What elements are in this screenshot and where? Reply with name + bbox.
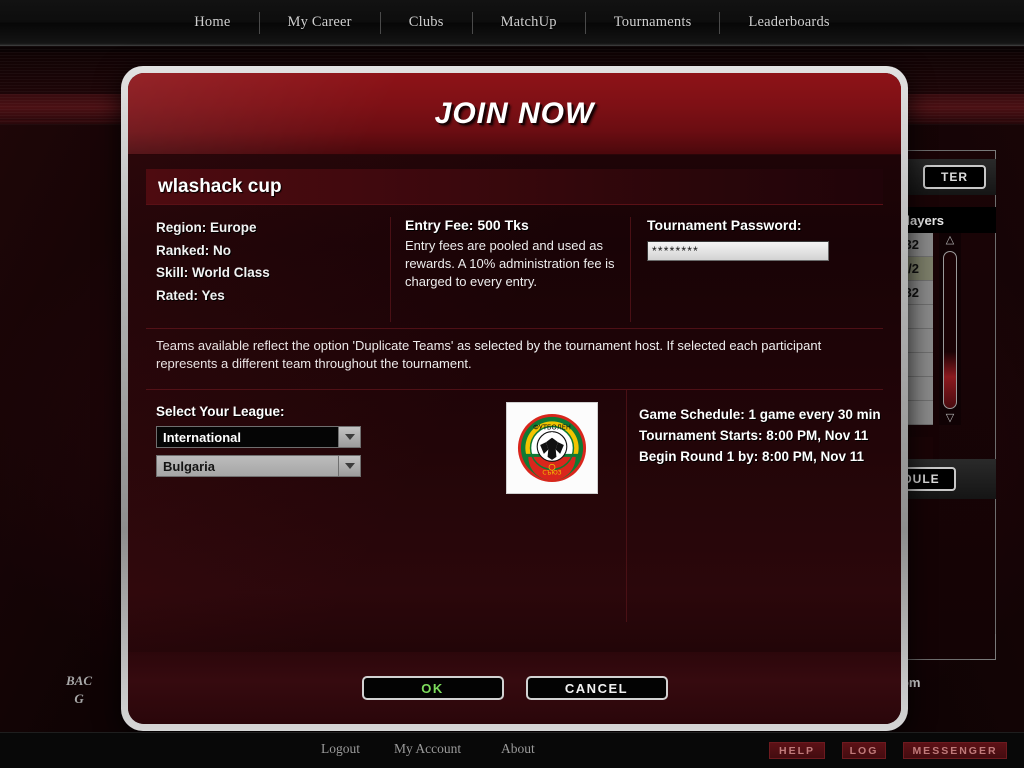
password-column: Tournament Password: ********: [630, 217, 883, 322]
tournament-name-bar: wlashack cup: [146, 169, 883, 205]
messenger-button[interactable]: MESSENGER: [903, 742, 1007, 759]
tournament-starts-line: Tournament Starts: 8:00 PM, Nov 11: [639, 428, 869, 443]
top-navigation-bar: Home My Career Clubs MatchUp Tournaments…: [0, 0, 1024, 46]
ok-button[interactable]: OK: [361, 676, 504, 700]
duplicate-teams-note: Teams available reflect the option 'Dupl…: [156, 338, 822, 371]
log-button[interactable]: LOG: [842, 742, 886, 759]
tournament-info-grid: Region: Europe Ranked: No Skill: World C…: [146, 217, 883, 322]
page-title: JOIN NOW: [434, 96, 595, 130]
dialog-body: wlashack cup Region: Europe Ranked: No S…: [128, 155, 901, 652]
join-now-dialog: JOIN NOW wlashack cup Region: Europe Ran…: [121, 66, 908, 731]
nav-item-leaderboards[interactable]: Leaderboards: [720, 14, 857, 31]
scroll-down-arrow-icon[interactable]: ▽: [942, 413, 958, 425]
nav-item-tournaments[interactable]: Tournaments: [586, 14, 720, 31]
svg-text:СЪЮЗ: СЪЮЗ: [542, 471, 561, 477]
ghost-line-2: G: [74, 691, 84, 706]
help-button[interactable]: HELP: [769, 742, 825, 759]
password-label: Tournament Password:: [647, 217, 802, 233]
table-scrollbar[interactable]: △ ▽: [939, 233, 961, 425]
game-schedule-line: Game Schedule: 1 game every 30 min: [639, 407, 881, 422]
nav-item-home[interactable]: Home: [166, 14, 258, 31]
entry-fee-column: Entry Fee: 500 Tks Entry fees are pooled…: [390, 217, 630, 322]
ghost-line-1: BAC: [66, 673, 93, 688]
crest-column: ФУТБОЛЕН СЪЮЗ: [506, 390, 626, 622]
attribute-rated: Rated: Yes: [156, 287, 225, 303]
cancel-button[interactable]: CANCEL: [525, 676, 668, 700]
attribute-region: Region: Europe: [156, 220, 257, 235]
entry-fee-heading: Entry Fee: 500 Tks: [405, 217, 529, 233]
scrollbar-thumb[interactable]: [943, 251, 957, 409]
background-back-to-games-label: BAC G: [66, 672, 92, 708]
schedule-column: Game Schedule: 1 game every 30 min Tourn…: [626, 390, 883, 622]
attribute-ranked: Ranked: No: [156, 242, 232, 258]
chevron-down-icon[interactable]: [338, 427, 360, 447]
logout-link[interactable]: Logout: [321, 741, 360, 757]
nav-item-matchup[interactable]: MatchUp: [473, 14, 585, 31]
about-link[interactable]: About: [501, 741, 535, 757]
scroll-up-arrow-icon[interactable]: △: [942, 235, 958, 247]
panel-corner-bottom-right: [970, 634, 996, 660]
league-select[interactable]: International: [156, 426, 361, 448]
entry-fee-note: Entry fees are pooled and used as reward…: [405, 238, 615, 289]
my-account-link[interactable]: My Account: [394, 741, 461, 757]
svg-text:ФУТБОЛЕН: ФУТБОЛЕН: [533, 424, 571, 432]
attribute-skill: Skill: World Class: [156, 265, 270, 280]
section-divider: [146, 328, 883, 329]
select-league-label: Select Your League:: [156, 404, 285, 419]
tournament-attributes-column: Region: Europe Ranked: No Skill: World C…: [146, 217, 390, 322]
country-select[interactable]: Bulgaria: [156, 455, 361, 477]
league-and-schedule-section: Select Your League: International Bulgar…: [146, 390, 883, 622]
chevron-down-icon[interactable]: [338, 456, 360, 476]
team-crest: ФУТБОЛЕН СЪЮЗ: [506, 402, 598, 494]
nav-item-clubs[interactable]: Clubs: [381, 14, 472, 31]
filter-button[interactable]: TER: [923, 165, 986, 189]
dialog-footer: OK CANCEL: [128, 652, 901, 724]
league-select-value: International: [163, 429, 242, 445]
nav-item-my-career[interactable]: My Career: [260, 14, 380, 31]
dialog-title-bar: JOIN NOW: [128, 73, 901, 155]
bulgarian-football-union-crest-icon: ФУТБОЛЕН СЪЮЗ: [517, 413, 587, 483]
game-window: TER layers /32 /2 /32 △ ▽ ▷ EDULE dom BA…: [0, 0, 1024, 768]
tournament-password-input[interactable]: ********: [647, 241, 829, 261]
bottom-bar: Logout My Account About HELP LOG MESSENG…: [0, 732, 1024, 768]
tournament-name: wlashack cup: [158, 175, 282, 197]
begin-round-line: Begin Round 1 by: 8:00 PM, Nov 11: [639, 449, 865, 464]
league-selection-column: Select Your League: International Bulgar…: [146, 390, 506, 622]
country-select-value: Bulgaria: [163, 458, 216, 474]
